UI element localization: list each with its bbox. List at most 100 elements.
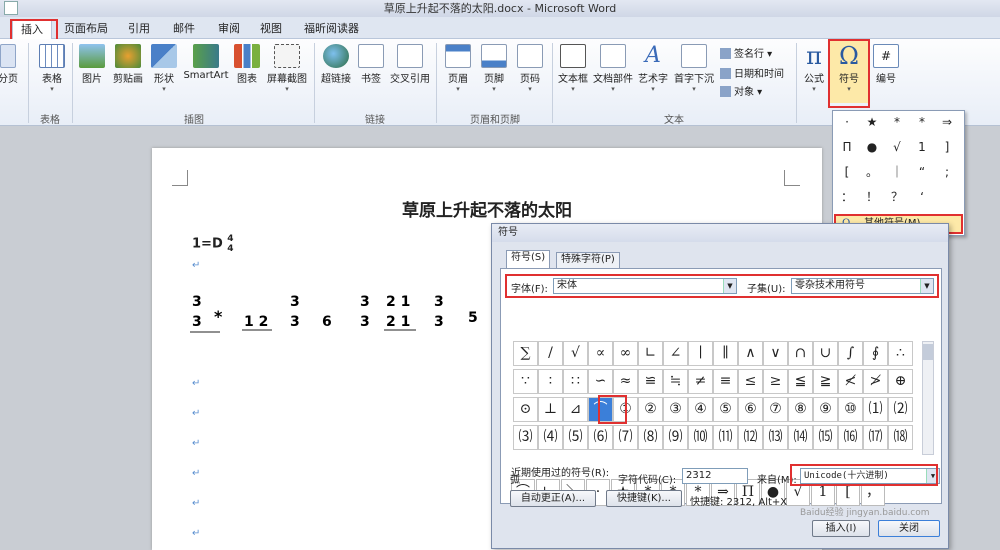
- tab-mailings[interactable]: 邮件: [165, 20, 203, 39]
- symbol-cell[interactable]: ≮: [838, 369, 863, 394]
- char-code-input[interactable]: 2312: [682, 468, 748, 484]
- symbol-option[interactable]: ★: [862, 113, 882, 131]
- symbol-cell[interactable]: ⑷: [538, 425, 563, 450]
- symbol-cell[interactable]: ⒀: [763, 425, 788, 450]
- page-break-button[interactable]: 分页: [0, 44, 20, 85]
- symbol-cell[interactable]: ⑻: [638, 425, 663, 450]
- symbol-cell[interactable]: ⑺: [613, 425, 638, 450]
- key-signature[interactable]: 1=D 44: [192, 234, 234, 254]
- symbol-cell[interactable]: ∝: [588, 341, 613, 366]
- symbol-option[interactable]: ⇒: [937, 113, 957, 131]
- symbol-cell[interactable]: ≤: [738, 369, 763, 394]
- symbol-cell[interactable]: ∵: [513, 369, 538, 394]
- tab-special-characters[interactable]: 特殊字符(P): [556, 252, 620, 268]
- symbol-cell[interactable]: ⊙: [513, 397, 538, 422]
- tab-review[interactable]: 审阅: [210, 20, 248, 39]
- hyperlink-button[interactable]: 超链接: [318, 44, 354, 85]
- symbol-cell[interactable]: ⑵: [888, 397, 913, 422]
- symbol-option[interactable]: ？: [887, 188, 907, 206]
- symbol-cell[interactable]: ⒅: [888, 425, 913, 450]
- symbol-cell[interactable]: ⑴: [863, 397, 888, 422]
- wordart-button[interactable]: A 艺术字 ▾: [636, 44, 670, 94]
- symbol-cell[interactable]: ⑿: [738, 425, 763, 450]
- symbol-cell[interactable]: ⑼: [663, 425, 688, 450]
- symbol-cell[interactable]: ⒁: [788, 425, 813, 450]
- screenshot-button[interactable]: 屏幕截图 ▾: [264, 44, 310, 94]
- symbol-option[interactable]: ]: [937, 138, 957, 156]
- symbol-cell[interactable]: ∽: [588, 369, 613, 394]
- tab-view[interactable]: 视图: [252, 20, 290, 39]
- symbol-option[interactable]: ！: [862, 188, 882, 206]
- signature-line-button[interactable]: 签名行 ▾: [720, 45, 772, 60]
- symbol-option[interactable]: *: [912, 113, 932, 131]
- tab-page-layout[interactable]: 页面布局: [56, 20, 116, 39]
- symbol-option[interactable]: [: [837, 163, 857, 181]
- shapes-button[interactable]: 形状 ▾: [148, 44, 180, 94]
- symbol-cell[interactable]: ⑧: [788, 397, 813, 422]
- close-button[interactable]: 关闭: [878, 520, 940, 537]
- symbol-cell[interactable]: ≡: [713, 369, 738, 394]
- quickparts-button[interactable]: 文档部件 ▾: [592, 44, 634, 94]
- autocorrect-button[interactable]: 自动更正(A)...: [510, 490, 596, 507]
- symbol-cell[interactable]: ⑽: [688, 425, 713, 450]
- symbol-option[interactable]: ;: [937, 163, 957, 181]
- symbol-option[interactable]: ｜: [887, 163, 907, 181]
- header-button[interactable]: 页眉 ▾: [442, 44, 474, 94]
- symbol-cell[interactable]: ≌: [638, 369, 663, 394]
- table-button[interactable]: 表格 ▾: [34, 44, 70, 94]
- symbol-cell[interactable]: ∟: [638, 341, 663, 366]
- symbol-cell[interactable]: ∠: [663, 341, 688, 366]
- symbol-option[interactable]: ●: [862, 138, 882, 156]
- tab-symbols[interactable]: 符号(S): [506, 250, 551, 268]
- symbol-cell[interactable]: ⑨: [813, 397, 838, 422]
- object-button[interactable]: 对象 ▾: [720, 83, 762, 98]
- symbol-cell[interactable]: ∫: [838, 341, 863, 366]
- symbol-cell[interactable]: ∧: [738, 341, 763, 366]
- number-button[interactable]: # 编号: [872, 44, 900, 85]
- symbol-cell[interactable]: ∨: [763, 341, 788, 366]
- symbol-cell[interactable]: ⑤: [713, 397, 738, 422]
- smartart-button[interactable]: SmartArt: [182, 44, 230, 81]
- symbol-cell[interactable]: ∷: [563, 369, 588, 394]
- scroll-thumb[interactable]: [923, 344, 933, 360]
- symbol-option[interactable]: Π: [837, 138, 857, 156]
- symbol-cell[interactable]: ∣: [688, 341, 713, 366]
- insert-button[interactable]: 插入(I): [812, 520, 870, 537]
- document-title[interactable]: 草原上升起不落的太阳: [152, 196, 822, 221]
- shortcut-key-button[interactable]: 快捷键(K)...: [606, 490, 682, 507]
- tab-references[interactable]: 引用: [120, 20, 158, 39]
- symbol-option[interactable]: ：: [837, 188, 857, 206]
- symbol-cell[interactable]: ∪: [813, 341, 838, 366]
- symbol-cell[interactable]: ⑹: [588, 425, 613, 450]
- symbol-cell[interactable]: ∑: [513, 341, 538, 366]
- symbol-cell[interactable]: ∶: [538, 369, 563, 394]
- symbol-cell[interactable]: ≥: [763, 369, 788, 394]
- symbol-cell[interactable]: ⊕: [888, 369, 913, 394]
- dropcap-button[interactable]: 首字下沉 ▾: [672, 44, 716, 94]
- symbol-cell[interactable]: ⒄: [863, 425, 888, 450]
- symbol-cell[interactable]: ⒃: [838, 425, 863, 450]
- symbol-cell[interactable]: ⑩: [838, 397, 863, 422]
- crossref-button[interactable]: 交叉引用: [388, 44, 432, 85]
- clipart-button[interactable]: 剪贴画: [110, 44, 146, 85]
- symbol-cell[interactable]: ≧: [813, 369, 838, 394]
- symbol-cell[interactable]: ⊿: [563, 397, 588, 422]
- quick-access-icon[interactable]: [4, 1, 18, 15]
- symbol-option[interactable]: 。: [862, 163, 882, 181]
- picture-button[interactable]: 图片: [76, 44, 108, 85]
- symbol-cell[interactable]: ⑥: [738, 397, 763, 422]
- numbered-notation[interactable]: 3 3 * 1 2 3 3 6 3 3 2 1 2 1 3 3 5: [190, 288, 500, 342]
- symbol-cell[interactable]: ⒂: [813, 425, 838, 450]
- symbol-cell[interactable]: ∞: [613, 341, 638, 366]
- symbol-cell[interactable]: ④: [688, 397, 713, 422]
- grid-scrollbar[interactable]: [922, 341, 934, 455]
- symbol-option[interactable]: ·: [837, 113, 857, 131]
- symbol-option[interactable]: 1: [912, 138, 932, 156]
- symbol-option[interactable]: ‘: [912, 188, 932, 206]
- symbol-cell[interactable]: ≯: [863, 369, 888, 394]
- textbox-button[interactable]: 文本框 ▾: [556, 44, 590, 94]
- footer-button[interactable]: 页脚 ▾: [478, 44, 510, 94]
- symbol-cell[interactable]: ∥: [713, 341, 738, 366]
- symbol-cell[interactable]: ≒: [663, 369, 688, 394]
- page-number-button[interactable]: 页码 ▾: [514, 44, 546, 94]
